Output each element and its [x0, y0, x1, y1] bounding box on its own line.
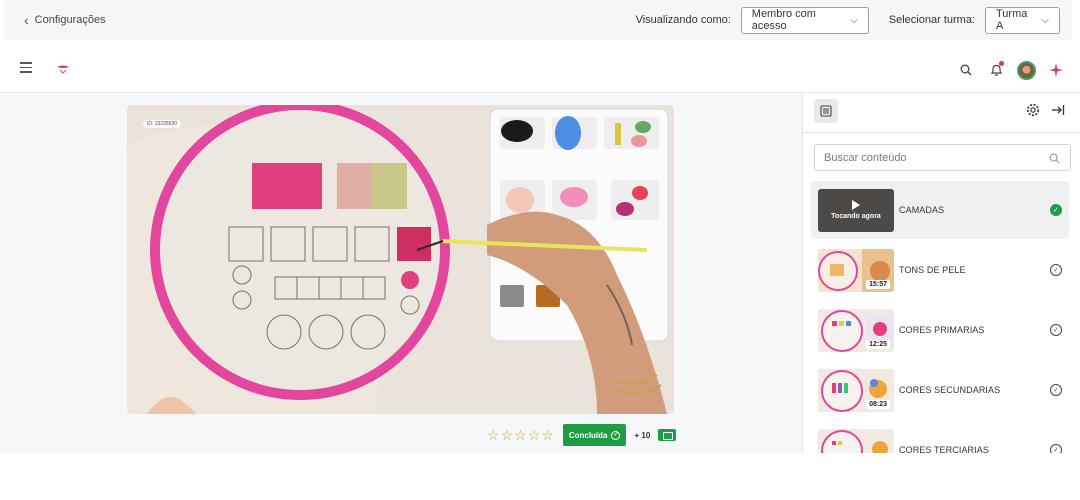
lesson-item[interactable]: 08:23 CORES SECUNDARIAS ✓ [811, 361, 1069, 419]
check-circle-icon: ✓ [1050, 264, 1062, 276]
video-frame [127, 105, 674, 414]
gear-icon[interactable] [1026, 103, 1040, 122]
check-circle-icon: ✓ [611, 430, 621, 440]
star-icon[interactable]: ☆ [528, 428, 541, 442]
avatar[interactable] [1016, 60, 1036, 80]
back-label: Configurações [34, 14, 106, 26]
lesson-sidebar: Tocando agora CAMADAS ✓ 15:57 TONS DE PE… [802, 94, 1080, 500]
now-playing-overlay: Tocando agora [818, 188, 894, 232]
logo-icon[interactable] [56, 64, 70, 74]
lesson-title: CORES PRIMARIAS [899, 325, 985, 335]
admin-preview-bar: ‹ Configurações Visualizando como: Membr… [4, 0, 1072, 40]
lesson-duration: 15:57 [866, 279, 890, 289]
back-to-settings-link[interactable]: ‹ Configurações [24, 12, 106, 28]
lesson-duration: 08:23 [866, 399, 890, 409]
video-id-tag: ID: 13228930 [143, 120, 182, 128]
bell-icon[interactable] [986, 60, 1006, 80]
viewing-as-label: Visualizando como: [635, 14, 731, 26]
lesson-thumbnail: 08:23 [818, 368, 894, 412]
check-circle-icon: ✓ [1050, 204, 1062, 216]
completed-label: Concluída [568, 430, 608, 440]
lesson-duration: 12:25 [866, 339, 890, 349]
page-bottom-margin [0, 453, 1080, 500]
rating-stars: ☆ ☆ ☆ ☆ ☆ [487, 428, 555, 442]
menu-icon[interactable] [20, 62, 32, 73]
now-playing-label: Tocando agora [831, 213, 881, 220]
lesson-title: CORES SECUNDARIAS [899, 385, 1001, 395]
class-value: Turma A [996, 8, 1028, 32]
lesson-thumbnail: 15:57 [818, 248, 894, 292]
lesson-item[interactable]: 12:25 CORES PRIMARIAS ✓ [811, 301, 1069, 359]
completed-button[interactable]: Concluída ✓ [562, 424, 627, 446]
main-header [0, 40, 1080, 93]
viewing-as-value: Membro com acesso [751, 8, 816, 32]
check-circle-icon: ✓ [1050, 324, 1062, 336]
star-icon[interactable]: ☆ [487, 428, 500, 442]
ticket-icon [658, 429, 677, 441]
content-search [814, 144, 1071, 171]
content-area: ID: 13228930 ☆ ☆ ☆ ☆ ☆ Concluída ✓ + 10 [0, 94, 802, 500]
viewing-as-select[interactable]: Membro com acesso ⌵ [740, 6, 869, 34]
chevron-down-icon: ⌵ [850, 14, 858, 26]
lesson-title: TONS DE PELE [899, 265, 966, 275]
sidebar-toolbar [803, 94, 1080, 133]
lesson-title: CAMADAS [899, 205, 945, 215]
star-icon[interactable]: ☆ [541, 428, 554, 442]
lesson-item[interactable]: Tocando agora CAMADAS ✓ [811, 181, 1069, 239]
play-icon [852, 200, 860, 210]
lesson-thumbnail: Tocando agora [818, 188, 894, 232]
lesson-thumbnail: 12:25 [818, 308, 894, 352]
class-select[interactable]: Turma A ⌵ [985, 6, 1060, 34]
sparkle-icon[interactable] [1046, 60, 1066, 80]
video-player[interactable]: ID: 13228930 [127, 105, 674, 414]
points-label: + 10 [634, 430, 651, 440]
header-actions [946, 60, 1066, 80]
collapse-sidebar-icon[interactable] [1051, 103, 1065, 122]
search-icon[interactable] [1049, 153, 1060, 164]
notification-dot [999, 61, 1004, 66]
chevron-left-icon: ‹ [24, 12, 29, 28]
star-icon[interactable]: ☆ [501, 428, 514, 442]
star-icon[interactable]: ☆ [514, 428, 527, 442]
lesson-list: Tocando agora CAMADAS ✓ 15:57 TONS DE PE… [811, 181, 1069, 481]
lesson-actions: ☆ ☆ ☆ ☆ ☆ Concluída ✓ + 10 [487, 424, 677, 446]
check-circle-icon: ✓ [1050, 384, 1062, 396]
lesson-item[interactable]: 15:57 TONS DE PELE ✓ [811, 241, 1069, 299]
select-class-label: Selecionar turma: [888, 14, 975, 26]
chevron-down-icon: ⌵ [1041, 14, 1049, 26]
content-list-button[interactable] [814, 99, 838, 123]
search-icon[interactable] [956, 60, 976, 80]
search-input[interactable] [824, 151, 1044, 164]
list-icon [820, 105, 832, 117]
